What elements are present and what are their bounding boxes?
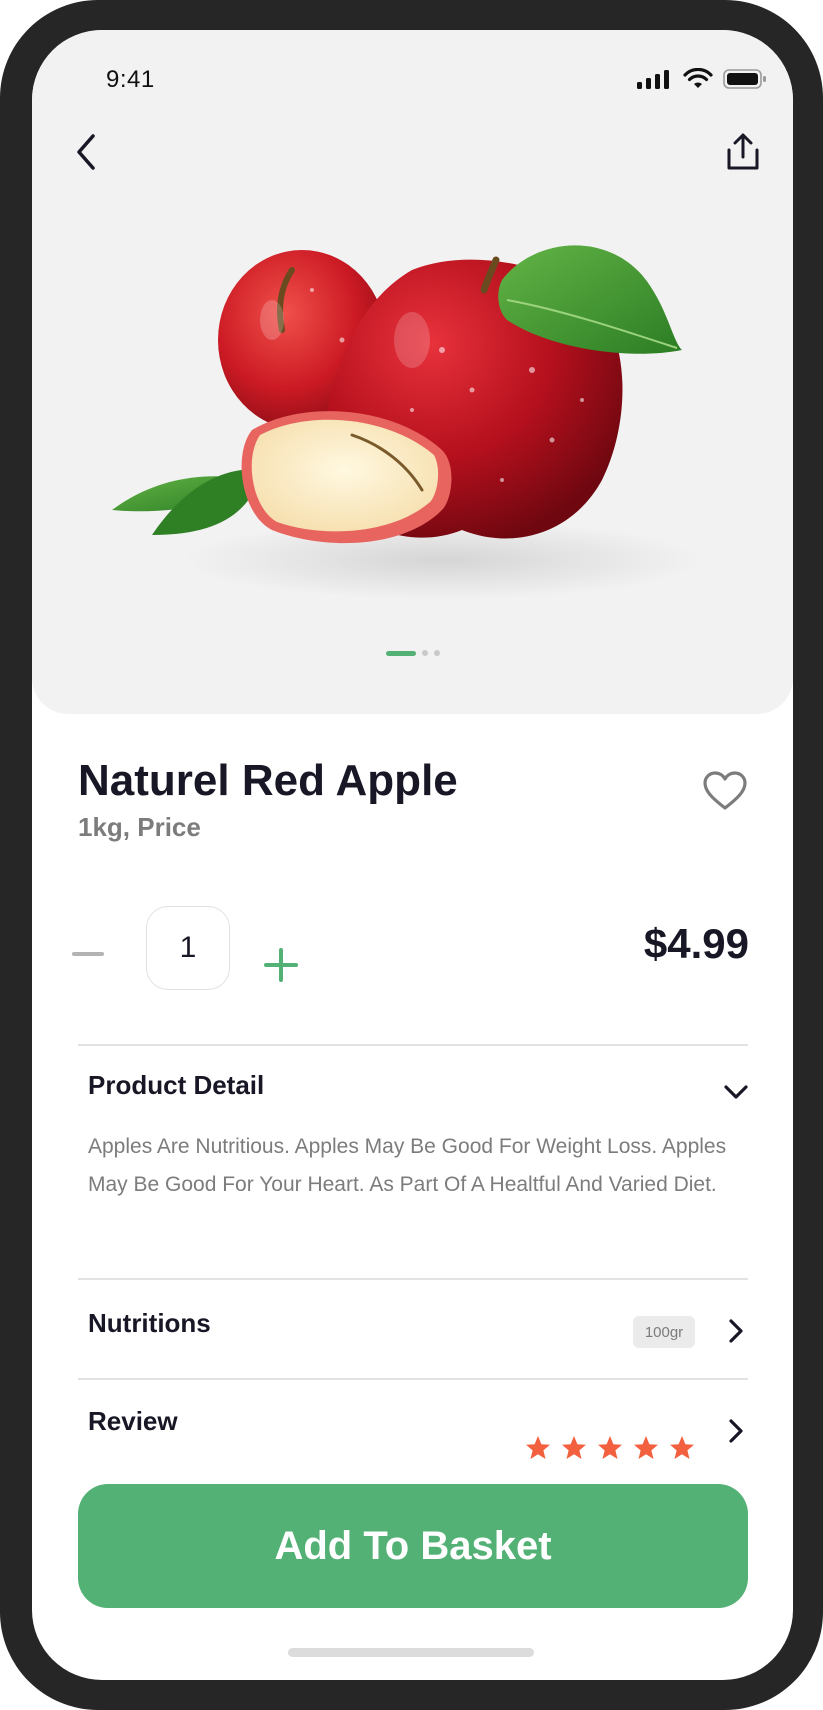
chevron-right-icon[interactable] <box>722 1317 750 1345</box>
divider <box>78 1278 748 1280</box>
product-price: $4.99 <box>643 920 749 967</box>
divider <box>78 1044 748 1046</box>
pager-dot[interactable] <box>422 650 428 656</box>
share-button[interactable] <box>719 128 767 176</box>
screen: 9:41 Naturel Red Apple 1kg, Price 1 $4.9… <box>32 30 793 1680</box>
product-unit-label: 1kg, Price <box>78 812 201 842</box>
star-icon <box>526 1436 550 1459</box>
chevron-down-icon[interactable] <box>722 1078 750 1106</box>
nutritions-badge: 100gr <box>633 1316 695 1348</box>
star-icon <box>598 1436 622 1459</box>
battery-icon <box>723 69 766 89</box>
back-arrow-icon <box>77 134 95 170</box>
add-to-basket-button[interactable]: Add To Basket <box>78 1484 748 1608</box>
home-indicator[interactable] <box>288 1648 534 1657</box>
chevron-right-icon[interactable] <box>722 1417 750 1445</box>
phone-frame: 9:41 Naturel Red Apple 1kg, Price 1 $4.9… <box>0 0 823 1710</box>
share-icon <box>727 133 759 170</box>
nutritions-label[interactable]: Nutritions <box>88 1308 211 1339</box>
back-button[interactable] <box>62 128 110 176</box>
product-image <box>112 245 702 600</box>
quantity-value: 1 <box>146 906 230 990</box>
product-detail-heading[interactable]: Product Detail <box>88 1070 264 1101</box>
product-hero: 9:41 <box>32 30 793 714</box>
product-detail-text: Apples Are Nutritious. Apples May Be Goo… <box>88 1135 727 1196</box>
product-title: Naturel Red Apple <box>78 756 458 805</box>
status-time: 9:41 <box>106 66 155 93</box>
wifi-icon <box>683 68 713 88</box>
quantity-increase-button[interactable] <box>264 948 298 982</box>
image-pager[interactable] <box>386 650 440 656</box>
status-icons <box>637 68 767 90</box>
signal-icon <box>637 70 669 89</box>
star-icon <box>670 1436 694 1459</box>
star-icon <box>562 1436 586 1459</box>
heart-icon <box>703 771 747 810</box>
favorite-button[interactable] <box>702 770 752 816</box>
quantity-decrease-button[interactable] <box>72 942 106 968</box>
review-label[interactable]: Review <box>88 1406 178 1437</box>
divider <box>78 1378 748 1380</box>
pager-dot[interactable] <box>434 650 440 656</box>
star-icon <box>634 1436 658 1459</box>
pager-dot-active[interactable] <box>386 650 416 656</box>
review-stars <box>524 1434 696 1462</box>
